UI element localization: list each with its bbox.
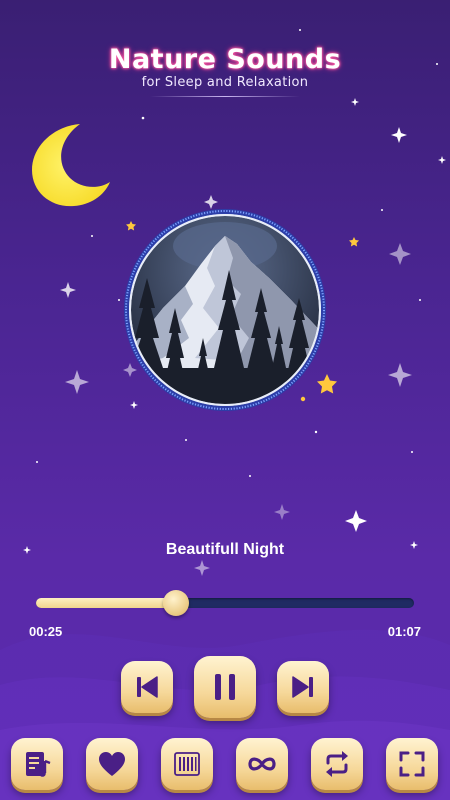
- skip-next-icon: [292, 676, 313, 698]
- pause-button[interactable]: [194, 656, 256, 718]
- equalizer-button[interactable]: [161, 738, 213, 790]
- app-title: Nature Sounds: [108, 44, 342, 75]
- fullscreen-button[interactable]: [386, 738, 438, 790]
- bars-icon: [174, 752, 200, 776]
- infinite-loop-button[interactable]: [236, 738, 288, 790]
- pause-icon: [215, 674, 235, 700]
- progress-fill: [36, 598, 176, 608]
- subtitle-underline: [150, 96, 300, 97]
- repeat-icon: [326, 751, 348, 777]
- heart-icon: [99, 752, 125, 776]
- music-note-list-icon: [26, 752, 51, 777]
- playlist-button[interactable]: [11, 738, 63, 790]
- app-subtitle: for Sleep and Relaxation: [141, 75, 309, 90]
- previous-button[interactable]: [121, 661, 173, 713]
- total-time: 01:07: [387, 624, 421, 639]
- skip-previous-icon: [137, 676, 158, 698]
- next-button[interactable]: [277, 661, 329, 713]
- favorite-button[interactable]: [86, 738, 138, 790]
- track-title: Beautifull Night: [165, 541, 285, 558]
- infinity-icon: [248, 757, 276, 771]
- moon-icon: [32, 124, 110, 207]
- progress-slider[interactable]: [36, 590, 414, 616]
- progress-thumb[interactable]: [162, 590, 189, 616]
- elapsed-time: 00:25: [29, 624, 63, 639]
- fullscreen-icon: [399, 751, 425, 777]
- album-artwork: [124, 209, 326, 411]
- repeat-button[interactable]: [311, 738, 363, 790]
- app-header: Nature Sounds for Sleep and Relaxation: [0, 44, 450, 97]
